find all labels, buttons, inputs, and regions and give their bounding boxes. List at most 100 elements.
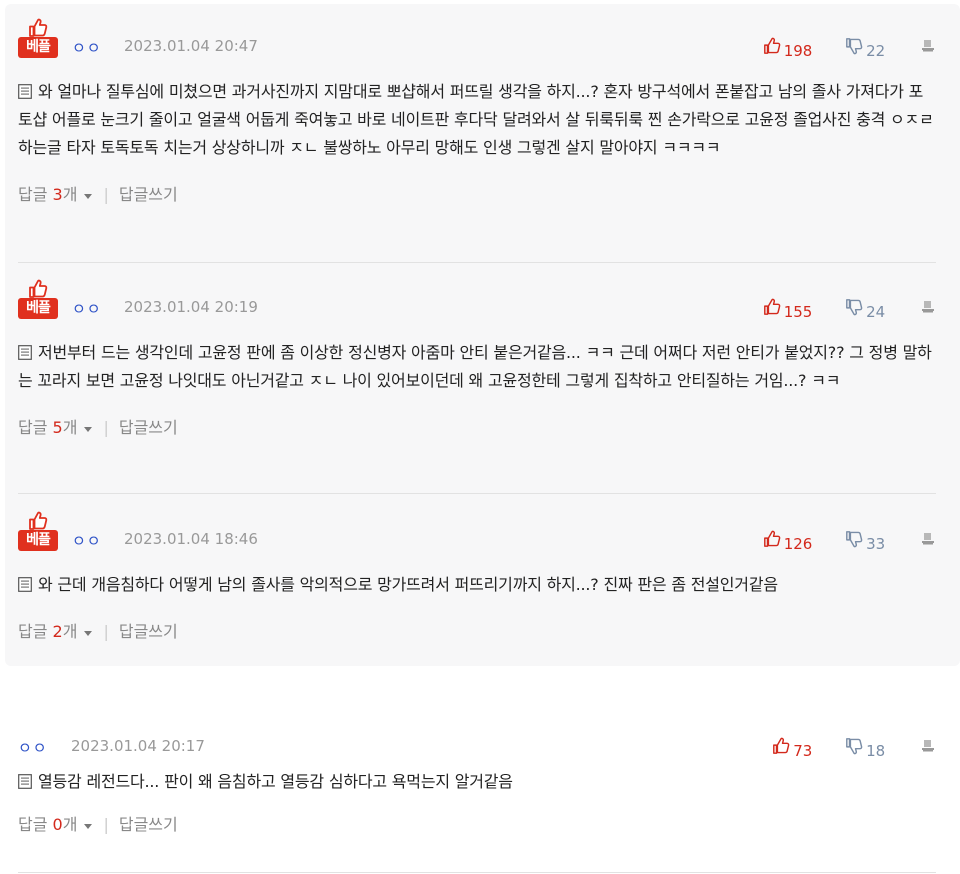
reply-label: 답글 (18, 815, 53, 834)
timestamp: 2023.01.04 20:19 (124, 298, 258, 316)
divider (18, 262, 936, 263)
comment-meta: 베플 ㅇㅇ 2023.01.04 18:46 126 33 (18, 527, 936, 555)
best-comment: 베플 ㅇㅇ 2023.01.04 18:46 126 33 와 근데 개음침하다… (18, 527, 936, 643)
reply-bar: 답글 5개 | 답글쓰기 (18, 417, 936, 439)
vote-bar: 126 33 (763, 530, 936, 553)
downvote-count: 22 (866, 41, 886, 60)
reply-label: 답글 (18, 622, 53, 641)
reply-count: 3 (52, 185, 63, 204)
timestamp: 2023.01.04 20:17 (71, 737, 205, 755)
document-icon (18, 577, 32, 592)
caret-down-icon (83, 628, 93, 638)
best-label: 베플 (18, 530, 58, 551)
comment-meta: 베플 ㅇㅇ 2023.01.04 20:19 155 24 (18, 295, 936, 323)
thumbs-up-icon (763, 530, 781, 548)
reply-label: 답글 (18, 418, 53, 437)
write-reply-link[interactable]: 답글쓰기 (119, 622, 178, 641)
report-icon[interactable] (920, 530, 936, 546)
write-reply-link[interactable]: 답글쓰기 (119, 418, 178, 437)
caret-down-icon (83, 821, 93, 831)
reply-unit: 개 (62, 815, 78, 834)
upvote-count: 155 (783, 302, 813, 321)
best-thumb-icon (28, 279, 48, 299)
best-badge: 베플 (18, 18, 58, 60)
best-comment: 베플 ㅇㅇ 2023.01.04 20:19 155 24 저번부터 드는 생각… (18, 295, 936, 439)
document-icon (18, 774, 32, 789)
upvote-button[interactable]: 155 (763, 298, 813, 321)
comment-text: 와 근데 개음침하다 어떻게 남의 졸사를 악의적으로 망가뜨려서 퍼뜨리기까지… (38, 575, 778, 594)
reply-bar: 답글 0개 | 답글쓰기 (18, 814, 936, 836)
reply-count: 5 (52, 418, 63, 437)
best-thumb-icon (28, 18, 48, 38)
thumbs-up-icon (772, 737, 790, 755)
thumbs-down-icon (845, 530, 863, 548)
nickname[interactable]: ㅇㅇ (18, 737, 48, 758)
vote-bar: 73 18 (772, 737, 936, 760)
reply-toggle[interactable]: 답글 5개 (18, 418, 93, 437)
downvote-button[interactable]: 33 (845, 530, 885, 553)
report-icon[interactable] (920, 37, 936, 53)
thumbs-down-icon (845, 737, 863, 755)
report-icon[interactable] (920, 298, 936, 314)
vote-bar: 155 24 (763, 298, 936, 321)
timestamp: 2023.01.04 20:47 (124, 37, 258, 55)
downvote-button[interactable]: 24 (845, 298, 885, 321)
timestamp: 2023.01.04 18:46 (124, 530, 258, 548)
reply-unit: 개 (62, 622, 78, 641)
reply-toggle[interactable]: 답글 0개 (18, 815, 93, 834)
comment-body: 와 근데 개음침하다 어떻게 남의 졸사를 악의적으로 망가뜨려서 퍼뜨리기까지… (18, 571, 936, 599)
downvote-count: 33 (866, 534, 886, 553)
reply-label: 답글 (18, 185, 53, 204)
thumbs-down-icon (845, 298, 863, 316)
report-icon[interactable] (920, 737, 936, 753)
caret-down-icon (83, 424, 93, 434)
divider (18, 872, 936, 873)
best-label: 베플 (18, 298, 58, 319)
upvote-button[interactable]: 73 (772, 737, 812, 760)
reply-bar: 답글 2개 | 답글쓰기 (18, 621, 936, 643)
caret-down-icon (83, 191, 93, 201)
comment-meta: 베플 ㅇㅇ 2023.01.04 20:47 198 22 (18, 34, 936, 62)
nickname[interactable]: ㅇㅇ (72, 530, 102, 551)
reply-count: 0 (52, 815, 63, 834)
upvote-button[interactable]: 126 (763, 530, 813, 553)
best-thumb-icon (28, 511, 48, 531)
upvote-count: 198 (783, 41, 813, 60)
divider (18, 493, 936, 494)
nickname[interactable]: ㅇㅇ (72, 298, 102, 319)
thumbs-down-icon (845, 37, 863, 55)
write-reply-link[interactable]: 답글쓰기 (119, 185, 178, 204)
best-badge: 베플 (18, 511, 58, 553)
reply-bar: 답글 3개 | 답글쓰기 (18, 184, 936, 206)
document-icon (18, 345, 32, 360)
comment-text: 저번부터 드는 생각인데 고윤정 판에 좀 이상한 정신병자 아줌마 안티 붙은… (18, 343, 932, 390)
downvote-button[interactable]: 18 (845, 737, 885, 760)
comment-body: 열등감 레전드다... 판이 왜 음침하고 열등감 심하다고 욕먹는지 알거같음 (18, 768, 936, 796)
separator: | (103, 185, 109, 204)
downvote-button[interactable]: 22 (845, 37, 885, 60)
upvote-count: 73 (793, 741, 813, 760)
best-comment: 베플 ㅇㅇ 2023.01.04 20:47 198 22 와 얼마나 질투심에… (18, 34, 936, 206)
separator: | (103, 815, 109, 834)
reply-unit: 개 (62, 185, 78, 204)
reply-toggle[interactable]: 답글 2개 (18, 622, 93, 641)
downvote-count: 24 (866, 302, 886, 321)
document-icon (18, 84, 32, 99)
downvote-count: 18 (866, 741, 886, 760)
reply-toggle[interactable]: 답글 3개 (18, 185, 93, 204)
thumbs-up-icon (763, 37, 781, 55)
best-badge: 베플 (18, 279, 58, 321)
upvote-count: 126 (783, 534, 813, 553)
comment-text: 와 얼마나 질투심에 미쳤으면 과거사진까지 지맘대로 뽀샵해서 퍼뜨릴 생각을… (18, 82, 934, 157)
comment-body: 저번부터 드는 생각인데 고윤정 판에 좀 이상한 정신병자 아줌마 안티 붙은… (18, 339, 936, 395)
write-reply-link[interactable]: 답글쓰기 (119, 815, 178, 834)
nickname[interactable]: ㅇㅇ (72, 37, 102, 58)
comment-text: 열등감 레전드다... 판이 왜 음침하고 열등감 심하다고 욕먹는지 알거같음 (38, 772, 513, 791)
reply-count: 2 (52, 622, 63, 641)
best-label: 베플 (18, 37, 58, 58)
reply-unit: 개 (62, 418, 78, 437)
comment-body: 와 얼마나 질투심에 미쳤으면 과거사진까지 지맘대로 뽀샵해서 퍼뜨릴 생각을… (18, 78, 936, 162)
comment-meta: ㅇㅇ 2023.01.04 20:17 73 18 (18, 734, 936, 762)
upvote-button[interactable]: 198 (763, 37, 813, 60)
comment: ㅇㅇ 2023.01.04 20:17 73 18 열등감 레전드다... 판이… (18, 734, 936, 836)
